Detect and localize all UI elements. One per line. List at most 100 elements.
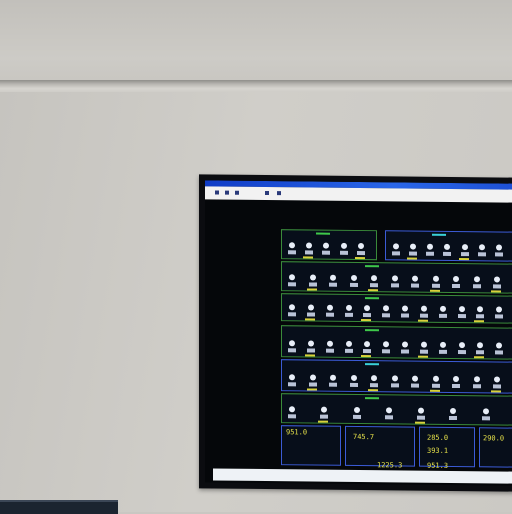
equipment-icon xyxy=(449,407,458,421)
equipment-icon xyxy=(306,304,315,317)
panel-label xyxy=(364,363,379,366)
equipment-icon xyxy=(344,304,353,318)
equipment-icon xyxy=(460,244,469,257)
equipment-icon xyxy=(392,243,400,256)
equipment-icon xyxy=(417,407,426,421)
menu-glyph xyxy=(215,190,219,195)
indicator-mark xyxy=(407,257,418,260)
equipment-icon xyxy=(349,374,358,388)
equipment-icon xyxy=(370,275,379,288)
panel-label xyxy=(431,233,446,236)
menu-glyph xyxy=(277,191,281,196)
equipment-icon xyxy=(390,275,399,288)
equipment-icon xyxy=(305,242,314,255)
equipment-icon xyxy=(288,374,296,387)
equipment-icon xyxy=(329,274,338,288)
equipment-icon xyxy=(438,341,447,355)
readout-5: 290.0 xyxy=(483,434,505,443)
equipment-icon xyxy=(382,305,391,318)
menu-glyph xyxy=(225,190,229,195)
equipment-icon xyxy=(495,342,504,355)
equipment-icon xyxy=(363,305,372,318)
equipment-icon xyxy=(384,407,393,420)
menu-glyph xyxy=(235,190,239,195)
equipment-icon xyxy=(476,306,485,319)
equipment-icon xyxy=(363,341,372,354)
equipment-icon xyxy=(349,274,358,288)
equipment-icon xyxy=(308,274,317,287)
panel-label xyxy=(364,265,379,268)
monitor-screen: 951.0 745.7 285.0 393.1 290.0 1225.3 951… xyxy=(205,180,512,486)
equipment-icon xyxy=(288,242,296,255)
equipment-icon xyxy=(476,342,485,355)
equipment-icon xyxy=(438,305,447,319)
equipment-icon xyxy=(370,375,379,388)
equipment-icon xyxy=(325,340,334,354)
panel-label xyxy=(364,397,379,400)
readout-2: 745.7 xyxy=(353,432,375,442)
indicator-mark xyxy=(429,389,440,392)
equipment-icon xyxy=(356,242,365,256)
equipment-icon xyxy=(452,275,461,289)
scada-panel xyxy=(281,393,512,426)
panel-label xyxy=(364,297,379,300)
equipment-icon xyxy=(472,276,481,289)
readout-6: 1225.3 xyxy=(377,461,403,470)
equipment-icon xyxy=(452,375,461,389)
equipment-icon xyxy=(426,243,435,257)
readout-3: 285.0 xyxy=(427,433,449,442)
equipment-icon xyxy=(288,304,296,317)
wall-monitor: 951.0 745.7 285.0 393.1 290.0 1225.3 951… xyxy=(199,174,512,492)
indicator-mark xyxy=(491,290,502,293)
equipment-icon xyxy=(431,375,440,389)
menu-glyph xyxy=(265,191,269,196)
equipment-icon xyxy=(401,305,409,318)
equipment-icon xyxy=(339,242,348,256)
equipment-icon xyxy=(288,340,296,353)
equipment-icon xyxy=(493,376,502,389)
window-status-bar xyxy=(213,468,512,484)
scada-panel xyxy=(281,293,512,324)
readout-1: 951.0 xyxy=(286,428,308,437)
window-menu-bar xyxy=(205,186,512,203)
equipment-icon xyxy=(481,408,490,421)
readout-7: 951.3 xyxy=(427,461,449,470)
indicator-mark xyxy=(304,354,315,357)
scada-panel xyxy=(281,359,512,394)
equipment-icon xyxy=(344,340,353,354)
equipment-icon xyxy=(390,375,399,388)
equipment-icon xyxy=(325,304,334,318)
equipment-icon xyxy=(457,306,466,319)
indicator-mark xyxy=(304,318,315,321)
ceiling-trim xyxy=(0,80,512,92)
equipment-icon xyxy=(493,276,502,289)
equipment-icon xyxy=(306,340,315,353)
indicator-mark xyxy=(306,288,317,291)
indicator-mark xyxy=(303,256,314,259)
indicator-mark xyxy=(417,355,428,358)
equipment-icon xyxy=(329,374,338,388)
equipment-icon xyxy=(382,341,391,354)
indicator-mark xyxy=(361,355,372,358)
scada-panel xyxy=(281,261,512,294)
indicator-mark xyxy=(354,256,365,260)
indicator-mark xyxy=(318,420,329,423)
scada-panel xyxy=(281,325,512,360)
equipment-icon xyxy=(401,341,409,354)
equipment-icon xyxy=(320,406,329,420)
indicator-mark xyxy=(368,389,379,392)
indicator-mark xyxy=(474,356,485,359)
equipment-icon xyxy=(409,243,418,257)
panel-label xyxy=(364,329,379,332)
indicator-mark xyxy=(458,258,469,261)
readout-4: 393.1 xyxy=(427,446,449,455)
equipment-icon xyxy=(477,244,486,257)
equipment-icon xyxy=(411,375,420,389)
indicator-mark xyxy=(361,319,372,322)
indicator-mark xyxy=(417,319,428,322)
scada-panel xyxy=(385,230,512,262)
panel-label xyxy=(315,232,330,235)
equipment-icon xyxy=(322,242,331,256)
indicator-mark xyxy=(415,421,426,424)
equipment-icon xyxy=(411,275,420,289)
